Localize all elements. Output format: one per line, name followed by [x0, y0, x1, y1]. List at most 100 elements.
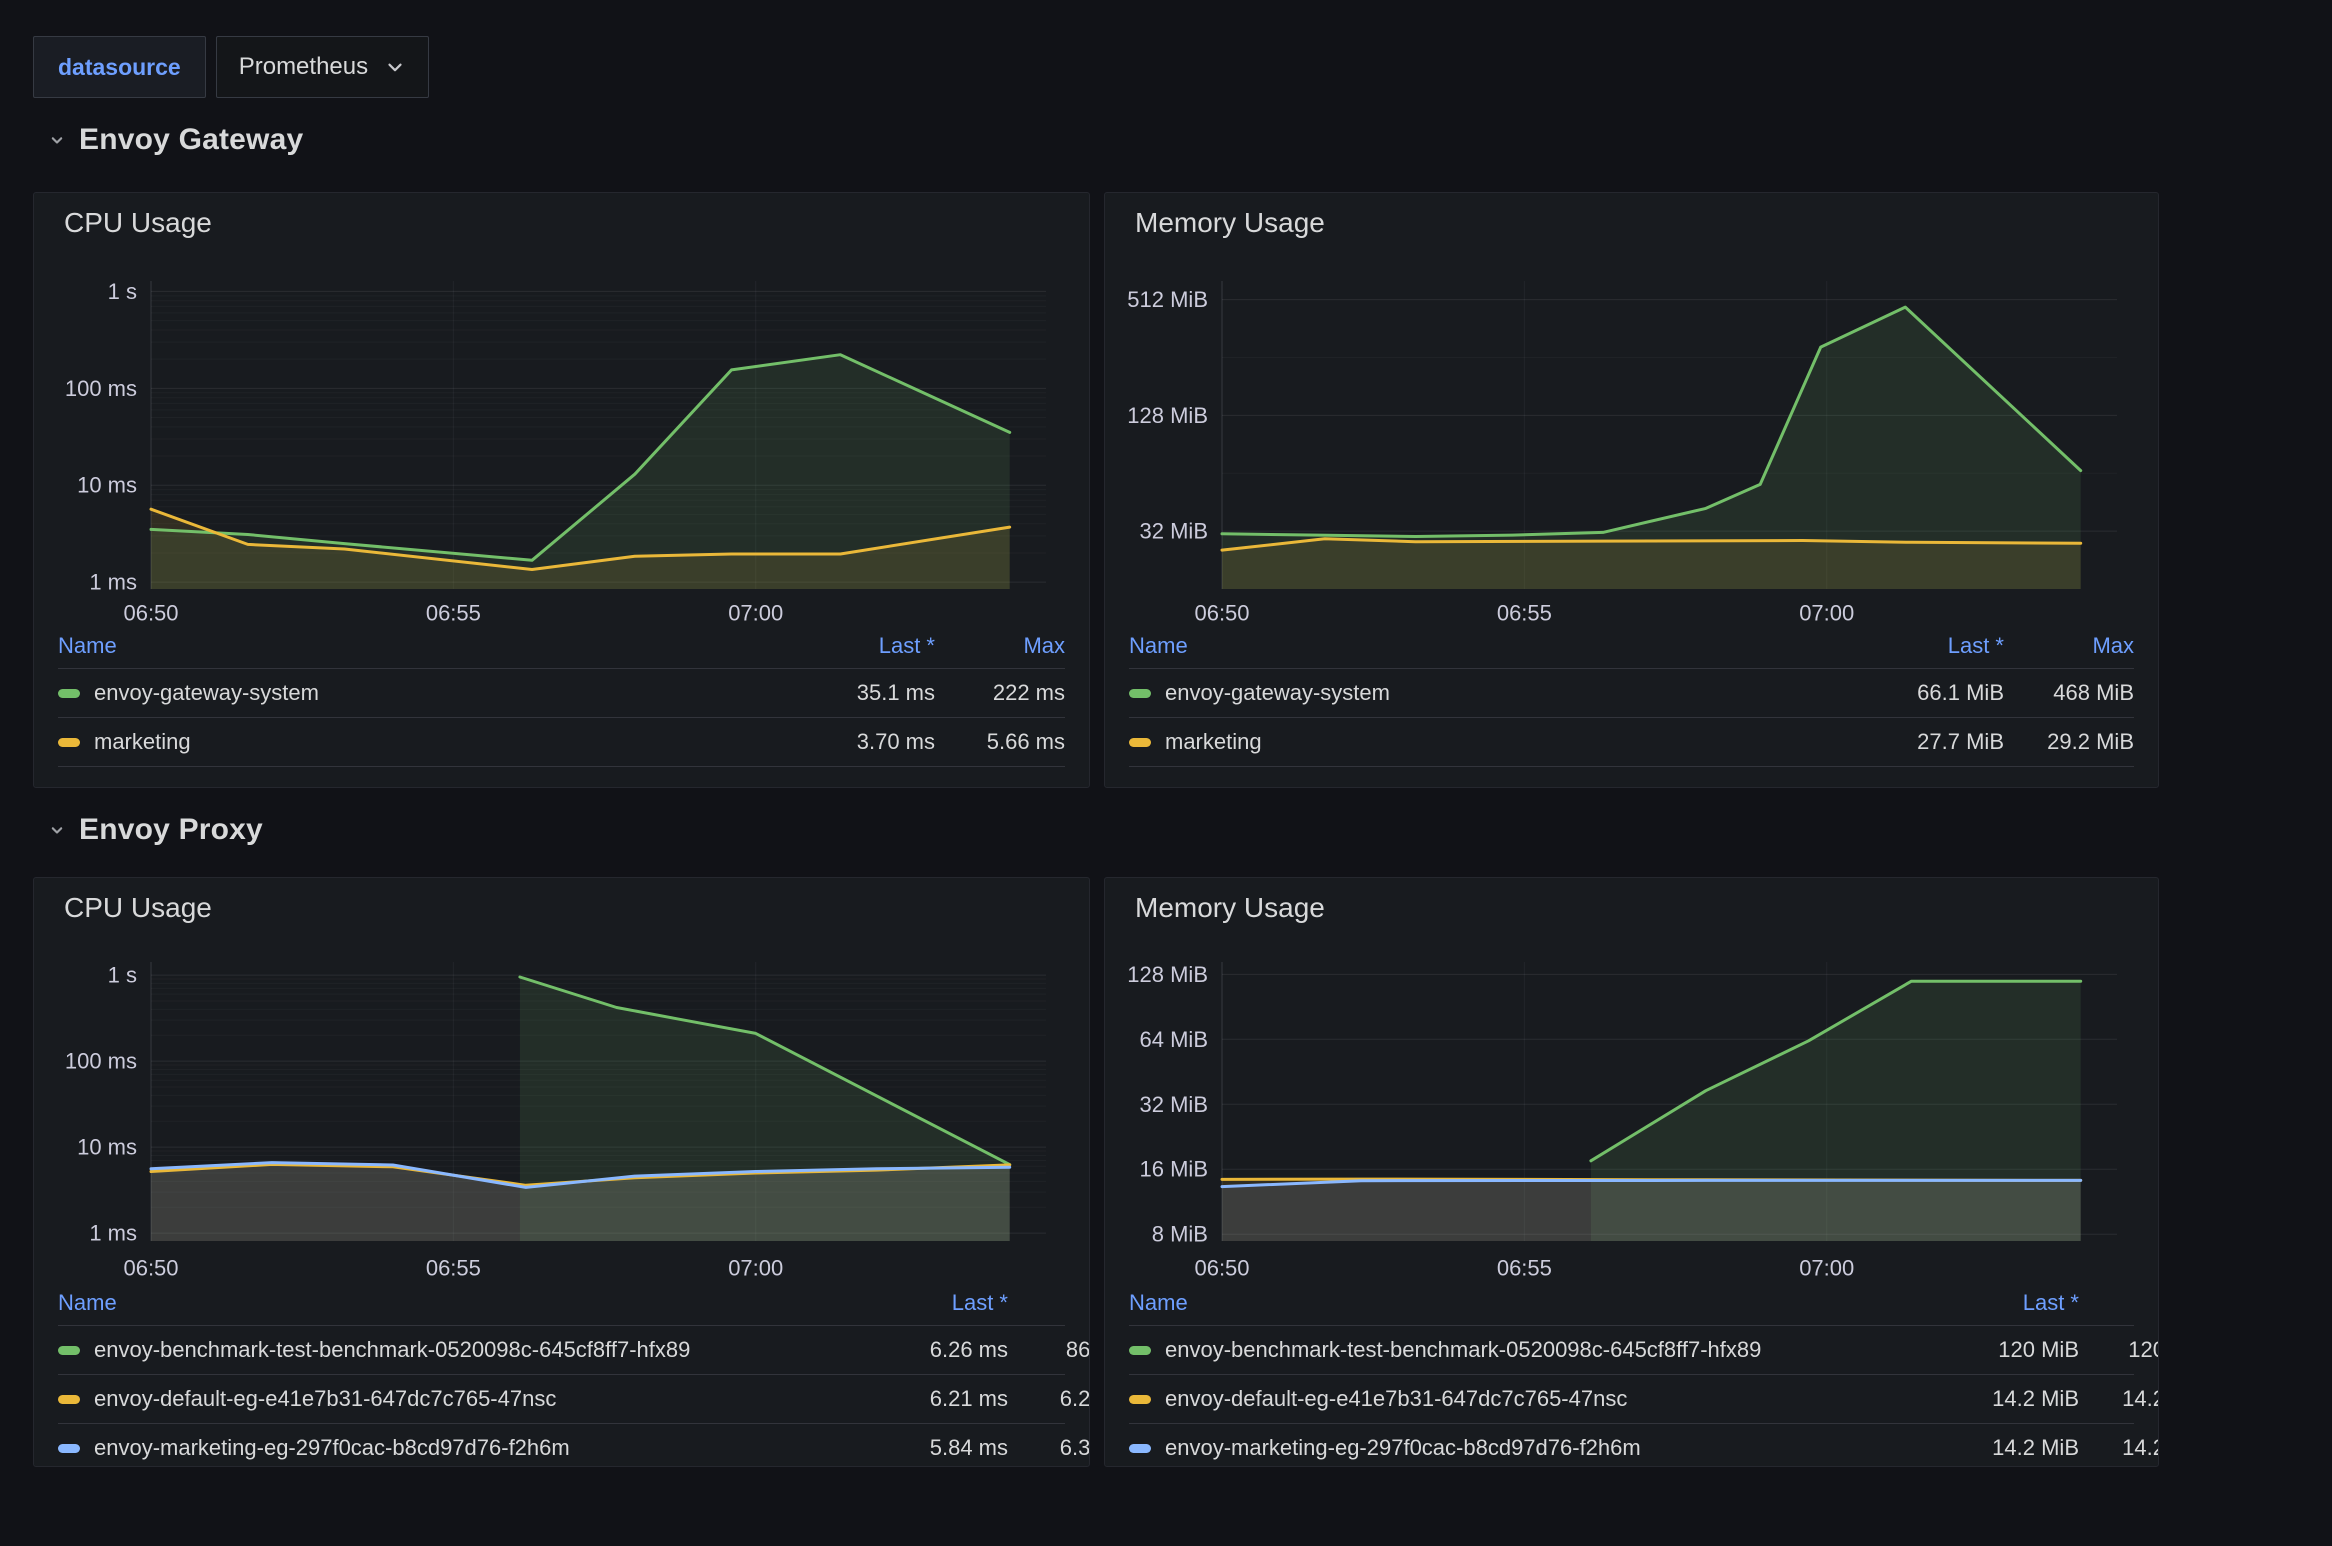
- y-axis-tick-label: 1 s: [108, 963, 137, 988]
- series-name: marketing: [94, 729, 191, 755]
- timeseries-chart[interactable]: 512 MiB128 MiB32 MiB06:5006:5507:00: [1105, 193, 2158, 638]
- y-axis-tick-label: 100 ms: [65, 376, 137, 401]
- series-max-value: 120 MiB: [2079, 1337, 2159, 1363]
- legend-series: envoy-gateway-system: [58, 680, 765, 706]
- y-axis-tick-label: 1 ms: [89, 1221, 137, 1246]
- series-name: envoy-marketing-eg-297f0cac-b8cd97d76-f2…: [1165, 1435, 1641, 1461]
- legend-series: marketing: [1129, 729, 1834, 755]
- series-fill-blue: [1222, 1180, 2081, 1241]
- y-axis-tick-label: 100 ms: [65, 1049, 137, 1074]
- legend-row[interactable]: envoy-gateway-system66.1 MiB468 MiB: [1129, 669, 2134, 718]
- series-name: envoy-default-eg-e41e7b31-647dc7c765-47n…: [94, 1386, 556, 1412]
- legend-row[interactable]: envoy-gateway-system35.1 ms222 ms: [58, 669, 1065, 718]
- legend-sort-name[interactable]: Name: [1129, 633, 1834, 659]
- x-axis-tick-label: 06:55: [1497, 601, 1552, 626]
- legend-sort-last[interactable]: Last *: [838, 1290, 1008, 1316]
- legend-series: envoy-marketing-eg-297f0cac-b8cd97d76-f2…: [1129, 1435, 1909, 1461]
- series-max-value: 14.2 MiB: [2079, 1435, 2159, 1461]
- x-axis-tick-label: 07:00: [728, 1256, 783, 1281]
- legend-series: envoy-marketing-eg-297f0cac-b8cd97d76-f2…: [58, 1435, 838, 1461]
- series-max-value: 860 ms: [1008, 1337, 1090, 1363]
- legend-row[interactable]: envoy-default-eg-e41e7b31-647dc7c765-47n…: [1129, 1375, 2134, 1424]
- series-last-value: 27.7 MiB: [1834, 729, 2004, 755]
- legend-series: envoy-benchmark-test-benchmark-0520098c-…: [1129, 1337, 1909, 1363]
- series-color-swatch: [1129, 1346, 1151, 1355]
- legend-row[interactable]: envoy-default-eg-e41e7b31-647dc7c765-47n…: [58, 1375, 1065, 1424]
- legend-header: NameLast *Max: [58, 624, 1065, 669]
- panel-proxy-memory-usage: Memory Usage 128 MiB64 MiB32 MiB16 MiB8 …: [1104, 877, 2159, 1467]
- chevron-down-icon: [384, 56, 406, 78]
- legend-sort-max[interactable]: Max: [1008, 1290, 1090, 1316]
- legend-row[interactable]: marketing 27.7 MiB29.2 MiB: [1129, 718, 2134, 767]
- y-axis-tick-label: 128 MiB: [1127, 962, 1208, 987]
- series-max-value: 6.33 ms: [1008, 1435, 1090, 1461]
- series-max-value: 14.2 MiB: [2079, 1386, 2159, 1412]
- legend-row[interactable]: envoy-benchmark-test-benchmark-0520098c-…: [1129, 1326, 2134, 1375]
- legend-header: NameLast *Max: [1129, 624, 2134, 669]
- x-axis-tick-label: 07:00: [1799, 1256, 1854, 1281]
- timeseries-chart[interactable]: 1 s 100 ms 10 ms 1 ms 06:50 06:55 07:00: [34, 878, 1089, 1289]
- timeseries-chart[interactable]: 1 s100 ms10 ms1 ms06:5006:5507:00: [34, 193, 1089, 638]
- y-axis-tick-label: 10 ms: [77, 1135, 137, 1160]
- legend: NameLast *Max envoy-benchmark-test-benchm…: [1105, 1281, 2158, 1467]
- section-row-envoy-proxy[interactable]: Envoy Proxy: [47, 808, 263, 852]
- legend-sort-max[interactable]: Max: [935, 633, 1065, 659]
- timeseries-chart[interactable]: 128 MiB64 MiB32 MiB16 MiB8 MiB06:5006:55…: [1105, 878, 2158, 1289]
- legend-sort-name[interactable]: Name: [58, 1290, 838, 1316]
- series-max-value: 29.2 MiB: [2004, 729, 2134, 755]
- series-name: envoy-benchmark-test-benchmark-0520098c-…: [1165, 1337, 1761, 1363]
- series-fill-yellow: [1222, 539, 2081, 589]
- legend-series: envoy-gateway-system: [1129, 680, 1834, 706]
- section-row-envoy-gateway[interactable]: Envoy Gateway: [47, 118, 303, 162]
- x-axis-tick-label: 07:00: [1799, 601, 1854, 626]
- series-name: envoy-benchmark-test-benchmark-0520098c-…: [94, 1337, 690, 1363]
- series-color-swatch: [58, 1444, 80, 1453]
- series-last-value: 14.2 MiB: [1909, 1386, 2079, 1412]
- dashboard: datasource Prometheus Envoy Gateway Envo…: [0, 0, 2332, 1546]
- legend-series: envoy-default-eg-e41e7b31-647dc7c765-47n…: [58, 1386, 838, 1412]
- legend-row[interactable]: envoy-marketing-eg-297f0cac-b8cd97d76-f2…: [58, 1424, 1065, 1467]
- y-axis-tick-label: 1 ms: [89, 570, 137, 595]
- y-axis-tick-label: 8 MiB: [1152, 1222, 1208, 1247]
- legend-row[interactable]: envoy-benchmark-test-benchmark-0520098c-…: [58, 1326, 1065, 1375]
- series-color-swatch: [58, 689, 80, 698]
- series-last-value: 5.84 ms: [838, 1435, 1008, 1461]
- panel-gateway-memory-usage: Memory Usage 512 MiB128 MiB32 MiB06:5006…: [1104, 192, 2159, 788]
- legend: NameLast *Maxenvoy-gateway-system35.1 ms…: [34, 624, 1089, 767]
- section-title: Envoy Proxy: [79, 813, 263, 847]
- x-axis-tick-label: 06:50: [1194, 601, 1249, 626]
- legend-sort-last[interactable]: Last *: [1834, 633, 2004, 659]
- chart-canvas: 1 s100 ms10 ms1 ms06:5006:5507:00: [34, 193, 1089, 633]
- series-last-value: 3.70 ms: [765, 729, 935, 755]
- y-axis-tick-label: 10 ms: [77, 473, 137, 498]
- series-last-value: 6.26 ms: [838, 1337, 1008, 1363]
- x-axis-tick-label: 06:50: [123, 601, 178, 626]
- legend-sort-last[interactable]: Last *: [765, 633, 935, 659]
- legend-row[interactable]: envoy-marketing-eg-297f0cac-b8cd97d76-f2…: [1129, 1424, 2134, 1467]
- legend-series: envoy-default-eg-e41e7b31-647dc7c765-47n…: [1129, 1386, 1909, 1412]
- legend-row[interactable]: marketing3.70 ms5.66 ms: [58, 718, 1065, 767]
- legend-sort-max[interactable]: Max: [2004, 633, 2134, 659]
- chevron-down-icon: [47, 130, 67, 150]
- series-name: marketing: [1165, 729, 1262, 755]
- x-axis-tick-label: 06:55: [1497, 1256, 1552, 1281]
- chart-canvas: 1 s 100 ms 10 ms 1 ms 06:50 06:55 07:00: [34, 878, 1089, 1284]
- y-axis-tick-label: 32 MiB: [1140, 519, 1208, 544]
- legend-sort-last[interactable]: Last *: [1909, 1290, 2079, 1316]
- legend-sort-name[interactable]: Name: [1129, 1290, 1909, 1316]
- legend-header: NameLast *Max: [1129, 1281, 2134, 1326]
- x-axis-tick-label: 06:55: [426, 1256, 481, 1281]
- x-axis-tick-label: 06:50: [123, 1256, 178, 1281]
- y-axis-tick-label: 64 MiB: [1140, 1027, 1208, 1052]
- series-color-swatch: [1129, 1395, 1151, 1404]
- chart-canvas: 512 MiB128 MiB32 MiB06:5006:5507:00: [1105, 193, 2158, 633]
- x-axis-tick-label: 06:55: [426, 601, 481, 626]
- chevron-down-icon: [47, 820, 67, 840]
- legend: NameLast *Max envoy-benchmark-test-benchm…: [34, 1281, 1089, 1467]
- series-max-value: 6.27 ms: [1008, 1386, 1090, 1412]
- legend-sort-name[interactable]: Name: [58, 633, 765, 659]
- series-last-value: 14.2 MiB: [1909, 1435, 2079, 1461]
- series-color-swatch: [1129, 1444, 1151, 1453]
- legend-sort-max[interactable]: Max: [2079, 1290, 2159, 1316]
- datasource-variable-dropdown[interactable]: Prometheus: [216, 36, 429, 98]
